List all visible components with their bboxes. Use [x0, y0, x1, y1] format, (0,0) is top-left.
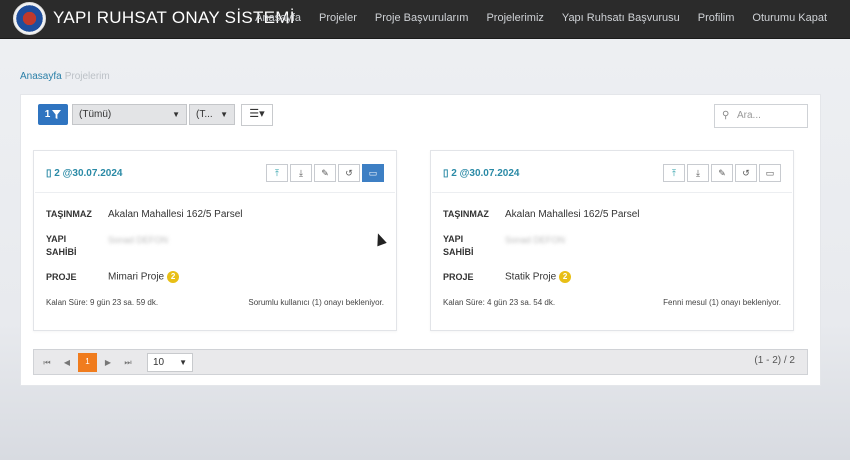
yapi-sahibi-value: Sonad DEFON [505, 235, 566, 245]
edit-button[interactable]: ✎ [314, 164, 336, 182]
filter-count: 1 [44, 109, 51, 120]
nav-oturumu-kapat[interactable]: Oturumu Kapat [743, 0, 836, 38]
remaining-time: Kalan Süre: 9 gün 23 sa. 59 dk. [46, 298, 159, 307]
download-icon: ⤓ [299, 168, 303, 178]
municipality-logo-icon[interactable] [13, 2, 46, 35]
tasinmaz-label: TAŞINMAZ [443, 209, 489, 219]
list-options-button[interactable]: ☰▾ [241, 104, 273, 126]
edit-icon: ✎ [718, 168, 726, 178]
nav-projeler[interactable]: Projeler [310, 0, 366, 38]
nav-projelerimiz[interactable]: Projelerimiz [477, 0, 552, 38]
history-button[interactable]: ↺ [735, 164, 757, 182]
status-select-value: (Tümü) [79, 109, 112, 120]
download-button[interactable]: ⤓ [687, 164, 709, 182]
project-card: ▯ 2 @30.07.2024 ⤒ ⤓ ✎ ↺ ▭ TAŞINMAZ Akala… [430, 150, 794, 331]
nav-profilim[interactable]: Profilim [689, 0, 744, 38]
upload-button[interactable]: ⤒ [266, 164, 288, 182]
status-select[interactable]: (Tümü) ▼ [72, 104, 187, 125]
card-actions: ⤒ ⤓ ✎ ↺ ▭ [661, 164, 781, 182]
type-select-value: (T... [196, 109, 213, 120]
upload-button[interactable]: ⤒ [663, 164, 685, 182]
top-navbar: YAPI RUHSAT ONAY SİSTEMİ Anasayfa Projel… [0, 0, 850, 39]
tasinmaz-value: Akalan Mahallesi 162/5 Parsel [108, 209, 243, 220]
proje-count-badge[interactable]: 2 [167, 271, 180, 283]
edit-button[interactable]: ✎ [711, 164, 733, 182]
edit-icon: ✎ [321, 168, 329, 178]
nav-links: Anasayfa Projeler Proje Başvurularım Pro… [246, 0, 836, 38]
monitor-icon: ▭ [765, 168, 775, 178]
proje-value: Mimari Proje 2 [108, 271, 180, 283]
download-icon: ⤓ [696, 168, 700, 178]
history-button[interactable]: ↺ [338, 164, 360, 182]
proje-value: Statik Proje 2 [505, 271, 572, 283]
yapi-sahibi-label: YAPI SAHİBİ [443, 234, 474, 257]
divider [35, 192, 395, 193]
first-page-icon[interactable]: ⏮ [38, 354, 56, 372]
next-page-icon[interactable]: ▶ [99, 354, 117, 372]
project-card-title[interactable]: ▯ 2 @30.07.2024 [46, 168, 122, 179]
yapi-sahibi-label: YAPI SAHİBİ [46, 234, 77, 257]
current-page-button[interactable]: 1 [78, 353, 97, 372]
project-card-title[interactable]: ▯ 2 @30.07.2024 [443, 168, 519, 179]
search-placeholder: Ara... [737, 110, 761, 121]
filter-icon [52, 110, 62, 119]
download-button[interactable]: ⤓ [290, 164, 312, 182]
history-icon: ↺ [345, 168, 353, 178]
list-icon: ☰▾ [249, 108, 265, 120]
nav-proje-basvurularim[interactable]: Proje Başvurularım [366, 0, 478, 38]
building-icon: ▯ [443, 168, 449, 179]
building-icon: ▯ [46, 168, 52, 179]
pagination-bar: ⏮ ◀ 1 ▶ ⏭ 10 ▼ (1 - 2) / 2 [33, 349, 808, 375]
projects-panel: 1 (Tümü) ▼ (T... ▼ ☰▾ ⚲ Ara... ▯ 2 @30.0… [20, 94, 821, 386]
nav-anasayfa[interactable]: Anasayfa [246, 0, 310, 38]
card-actions: ⤒ ⤓ ✎ ↺ ▭ [264, 164, 384, 182]
prev-page-icon[interactable]: ◀ [58, 354, 76, 372]
search-input[interactable]: ⚲ Ara... [714, 104, 808, 128]
breadcrumb-current: Projelerim [64, 71, 110, 82]
proje-label: PROJE [443, 272, 474, 282]
chevron-down-icon: ▼ [220, 110, 228, 119]
approval-status: Fenni mesul (1) onayı bekleniyor. [663, 298, 781, 307]
breadcrumb: Anasayfa Projelerim [20, 71, 110, 82]
proje-label: PROJE [46, 272, 77, 282]
page-size-value: 10 [153, 357, 165, 368]
divider [432, 192, 792, 193]
remaining-time: Kalan Süre: 4 gün 23 sa. 54 dk. [443, 298, 556, 307]
tasinmaz-label: TAŞINMAZ [46, 209, 92, 219]
upload-icon: ⤒ [275, 168, 279, 178]
history-icon: ↺ [742, 168, 750, 178]
tasinmaz-value: Akalan Mahallesi 162/5 Parsel [505, 209, 640, 220]
search-icon: ⚲ [722, 110, 730, 121]
nav-yapi-ruhsati-basvurusu[interactable]: Yapı Ruhsatı Başvurusu [553, 0, 689, 38]
project-card: ▯ 2 @30.07.2024 ⤒ ⤓ ✎ ↺ ▭ TAŞINMAZ Akala… [33, 150, 397, 331]
proje-count-badge[interactable]: 2 [559, 271, 572, 283]
monitor-icon: ▭ [368, 168, 378, 178]
upload-icon: ⤒ [672, 168, 676, 178]
view-button[interactable]: ▭ [362, 164, 384, 182]
chevron-down-icon: ▼ [179, 358, 187, 367]
last-page-icon[interactable]: ⏭ [119, 354, 137, 372]
filter-button[interactable]: 1 [38, 104, 68, 125]
page-size-select[interactable]: 10 ▼ [147, 353, 193, 372]
pagination-info: (1 - 2) / 2 [754, 355, 795, 366]
chevron-down-icon: ▼ [172, 110, 180, 119]
approval-status: Sorumlu kullanıcı (1) onayı bekleniyor. [248, 298, 384, 307]
breadcrumb-home[interactable]: Anasayfa [20, 71, 62, 82]
type-select[interactable]: (T... ▼ [189, 104, 235, 125]
view-button[interactable]: ▭ [759, 164, 781, 182]
yapi-sahibi-value: Sonad DEFON [108, 235, 169, 245]
